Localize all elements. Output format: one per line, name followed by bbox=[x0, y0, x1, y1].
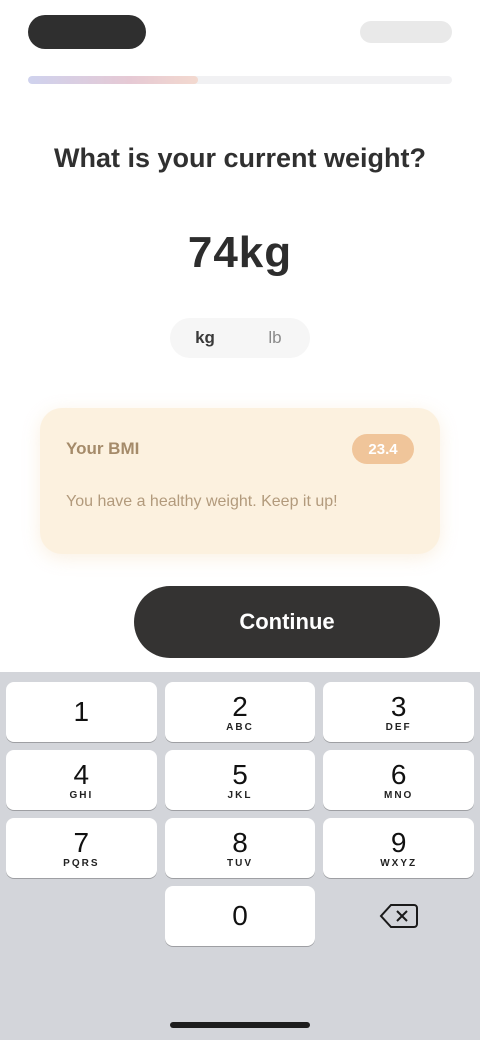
keypad-key-digit: 4 bbox=[73, 758, 90, 790]
bmi-info-card: Your BMI 23.4 You have a healthy weight.… bbox=[40, 408, 440, 554]
keypad-key-1[interactable]: 1 bbox=[6, 682, 157, 742]
progress-bar-fill bbox=[28, 76, 198, 84]
keypad-key-letters: GHI bbox=[69, 789, 94, 801]
question-title: What is your current weight? bbox=[53, 143, 427, 173]
keypad-key-5[interactable]: 5 JKL bbox=[164, 750, 316, 810]
continue-button[interactable]: Continue bbox=[134, 586, 440, 658]
keypad-grid: 1 2 ABC 3 DEF 4 GHI 5 JKL 6 MNO 7 PQRS 8 TUV 9 WXYZ 0 bbox=[6, 682, 474, 946]
unit-toggle[interactable]: kg lb bbox=[170, 318, 310, 358]
status-bar bbox=[0, 0, 480, 64]
keypad-key-2[interactable]: 2 ABC bbox=[164, 682, 316, 742]
keypad-key-8[interactable]: 8 TUV bbox=[164, 818, 316, 878]
status-indicators bbox=[360, 21, 452, 43]
keypad-key-letters: PQRS bbox=[63, 857, 100, 869]
keypad-key-digit: 0 bbox=[232, 900, 248, 931]
bmi-value-badge: 23.4 bbox=[352, 434, 414, 464]
status-time-pill bbox=[28, 15, 146, 49]
keypad-key-0[interactable]: 0 bbox=[164, 886, 316, 946]
bmi-info-body: You have a healthy weight. Keep it up! bbox=[66, 493, 338, 510]
progress-bar bbox=[28, 76, 452, 84]
unit-option-lb[interactable]: lb bbox=[240, 318, 310, 358]
keypad-key-6[interactable]: 6 MNO bbox=[323, 750, 474, 810]
keypad-key-digit: 7 bbox=[73, 826, 90, 858]
keypad-key-9[interactable]: 9 WXYZ bbox=[323, 818, 474, 878]
bmi-info-title: Your BMI bbox=[66, 439, 140, 458]
home-indicator bbox=[170, 1022, 310, 1028]
keypad-key-letters: WXYZ bbox=[380, 857, 418, 869]
unit-option-kg[interactable]: kg bbox=[170, 318, 240, 358]
keypad-key-digit: 3 bbox=[390, 690, 407, 722]
keypad-key-letters: DEF bbox=[385, 721, 412, 733]
weight-value-display[interactable]: 74kg bbox=[0, 228, 480, 278]
keypad-key-letters: JKL bbox=[227, 789, 253, 801]
keypad-key-7[interactable]: 7 PQRS bbox=[6, 818, 157, 878]
keypad-key-digit: 8 bbox=[232, 826, 248, 858]
keypad-key-digit: 6 bbox=[390, 758, 407, 790]
keypad-blank bbox=[6, 886, 157, 946]
backspace-icon bbox=[379, 904, 418, 928]
keypad-key-letters: MNO bbox=[383, 789, 414, 801]
keypad-key-3[interactable]: 3 DEF bbox=[323, 682, 474, 742]
keypad-key-digit: 9 bbox=[390, 826, 407, 858]
keypad-key-letters: ABC bbox=[226, 721, 254, 733]
keypad-key-digit: 2 bbox=[232, 690, 248, 722]
numeric-keypad: 1 2 ABC 3 DEF 4 GHI 5 JKL 6 MNO 7 PQRS 8 TUV 9 WXYZ 0 bbox=[0, 672, 480, 1040]
keypad-key-letters: TUV bbox=[226, 857, 253, 869]
keypad-delete-button[interactable] bbox=[323, 886, 474, 946]
keypad-key-digit: 1 bbox=[73, 696, 90, 727]
keypad-key-4[interactable]: 4 GHI bbox=[6, 750, 157, 810]
keypad-key-digit: 5 bbox=[232, 758, 248, 790]
weight-input-screen: What is your current weight? 74kg kg lb … bbox=[0, 0, 480, 1040]
